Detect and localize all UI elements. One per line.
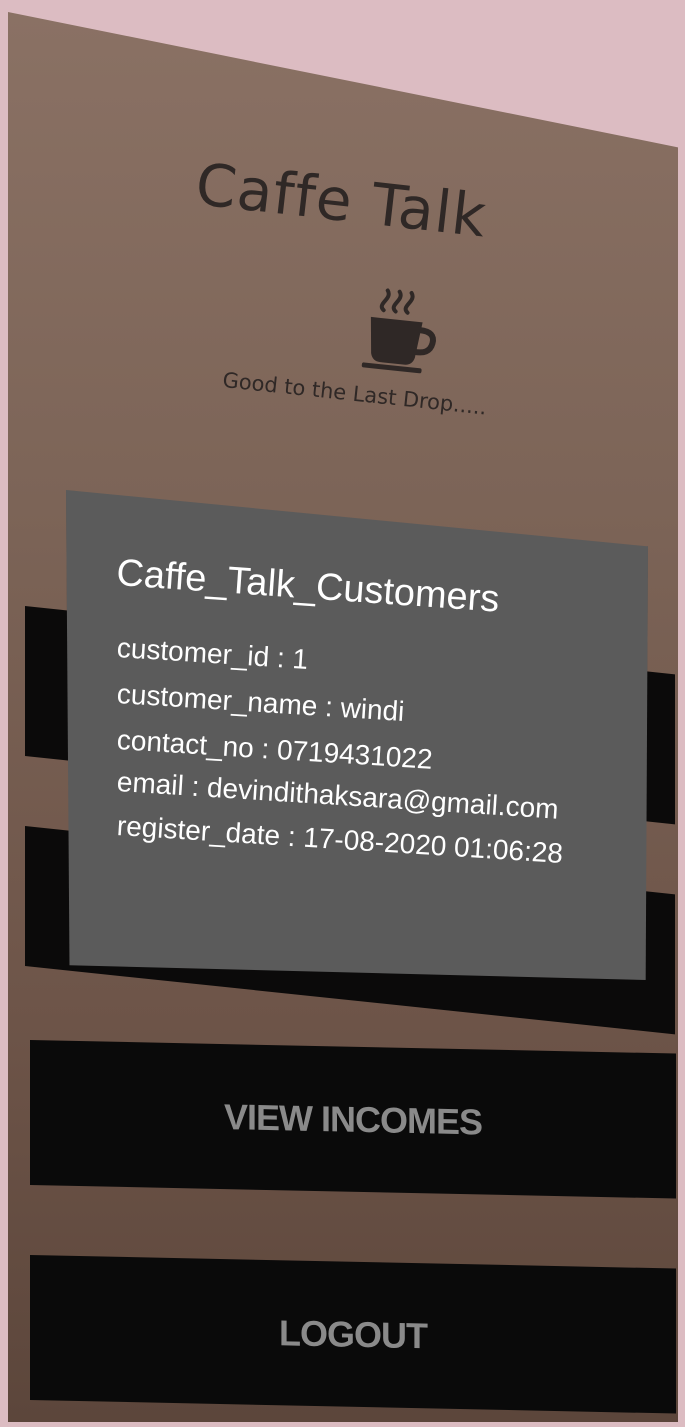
logout-button[interactable]: LOGOUT: [30, 1255, 676, 1414]
coffee-cup-icon: [361, 288, 436, 374]
view-incomes-button[interactable]: VIEW INCOMES: [30, 1040, 676, 1199]
screen: Caffe Talk Good to the Last Drop..... VI…: [0, 0, 685, 1427]
